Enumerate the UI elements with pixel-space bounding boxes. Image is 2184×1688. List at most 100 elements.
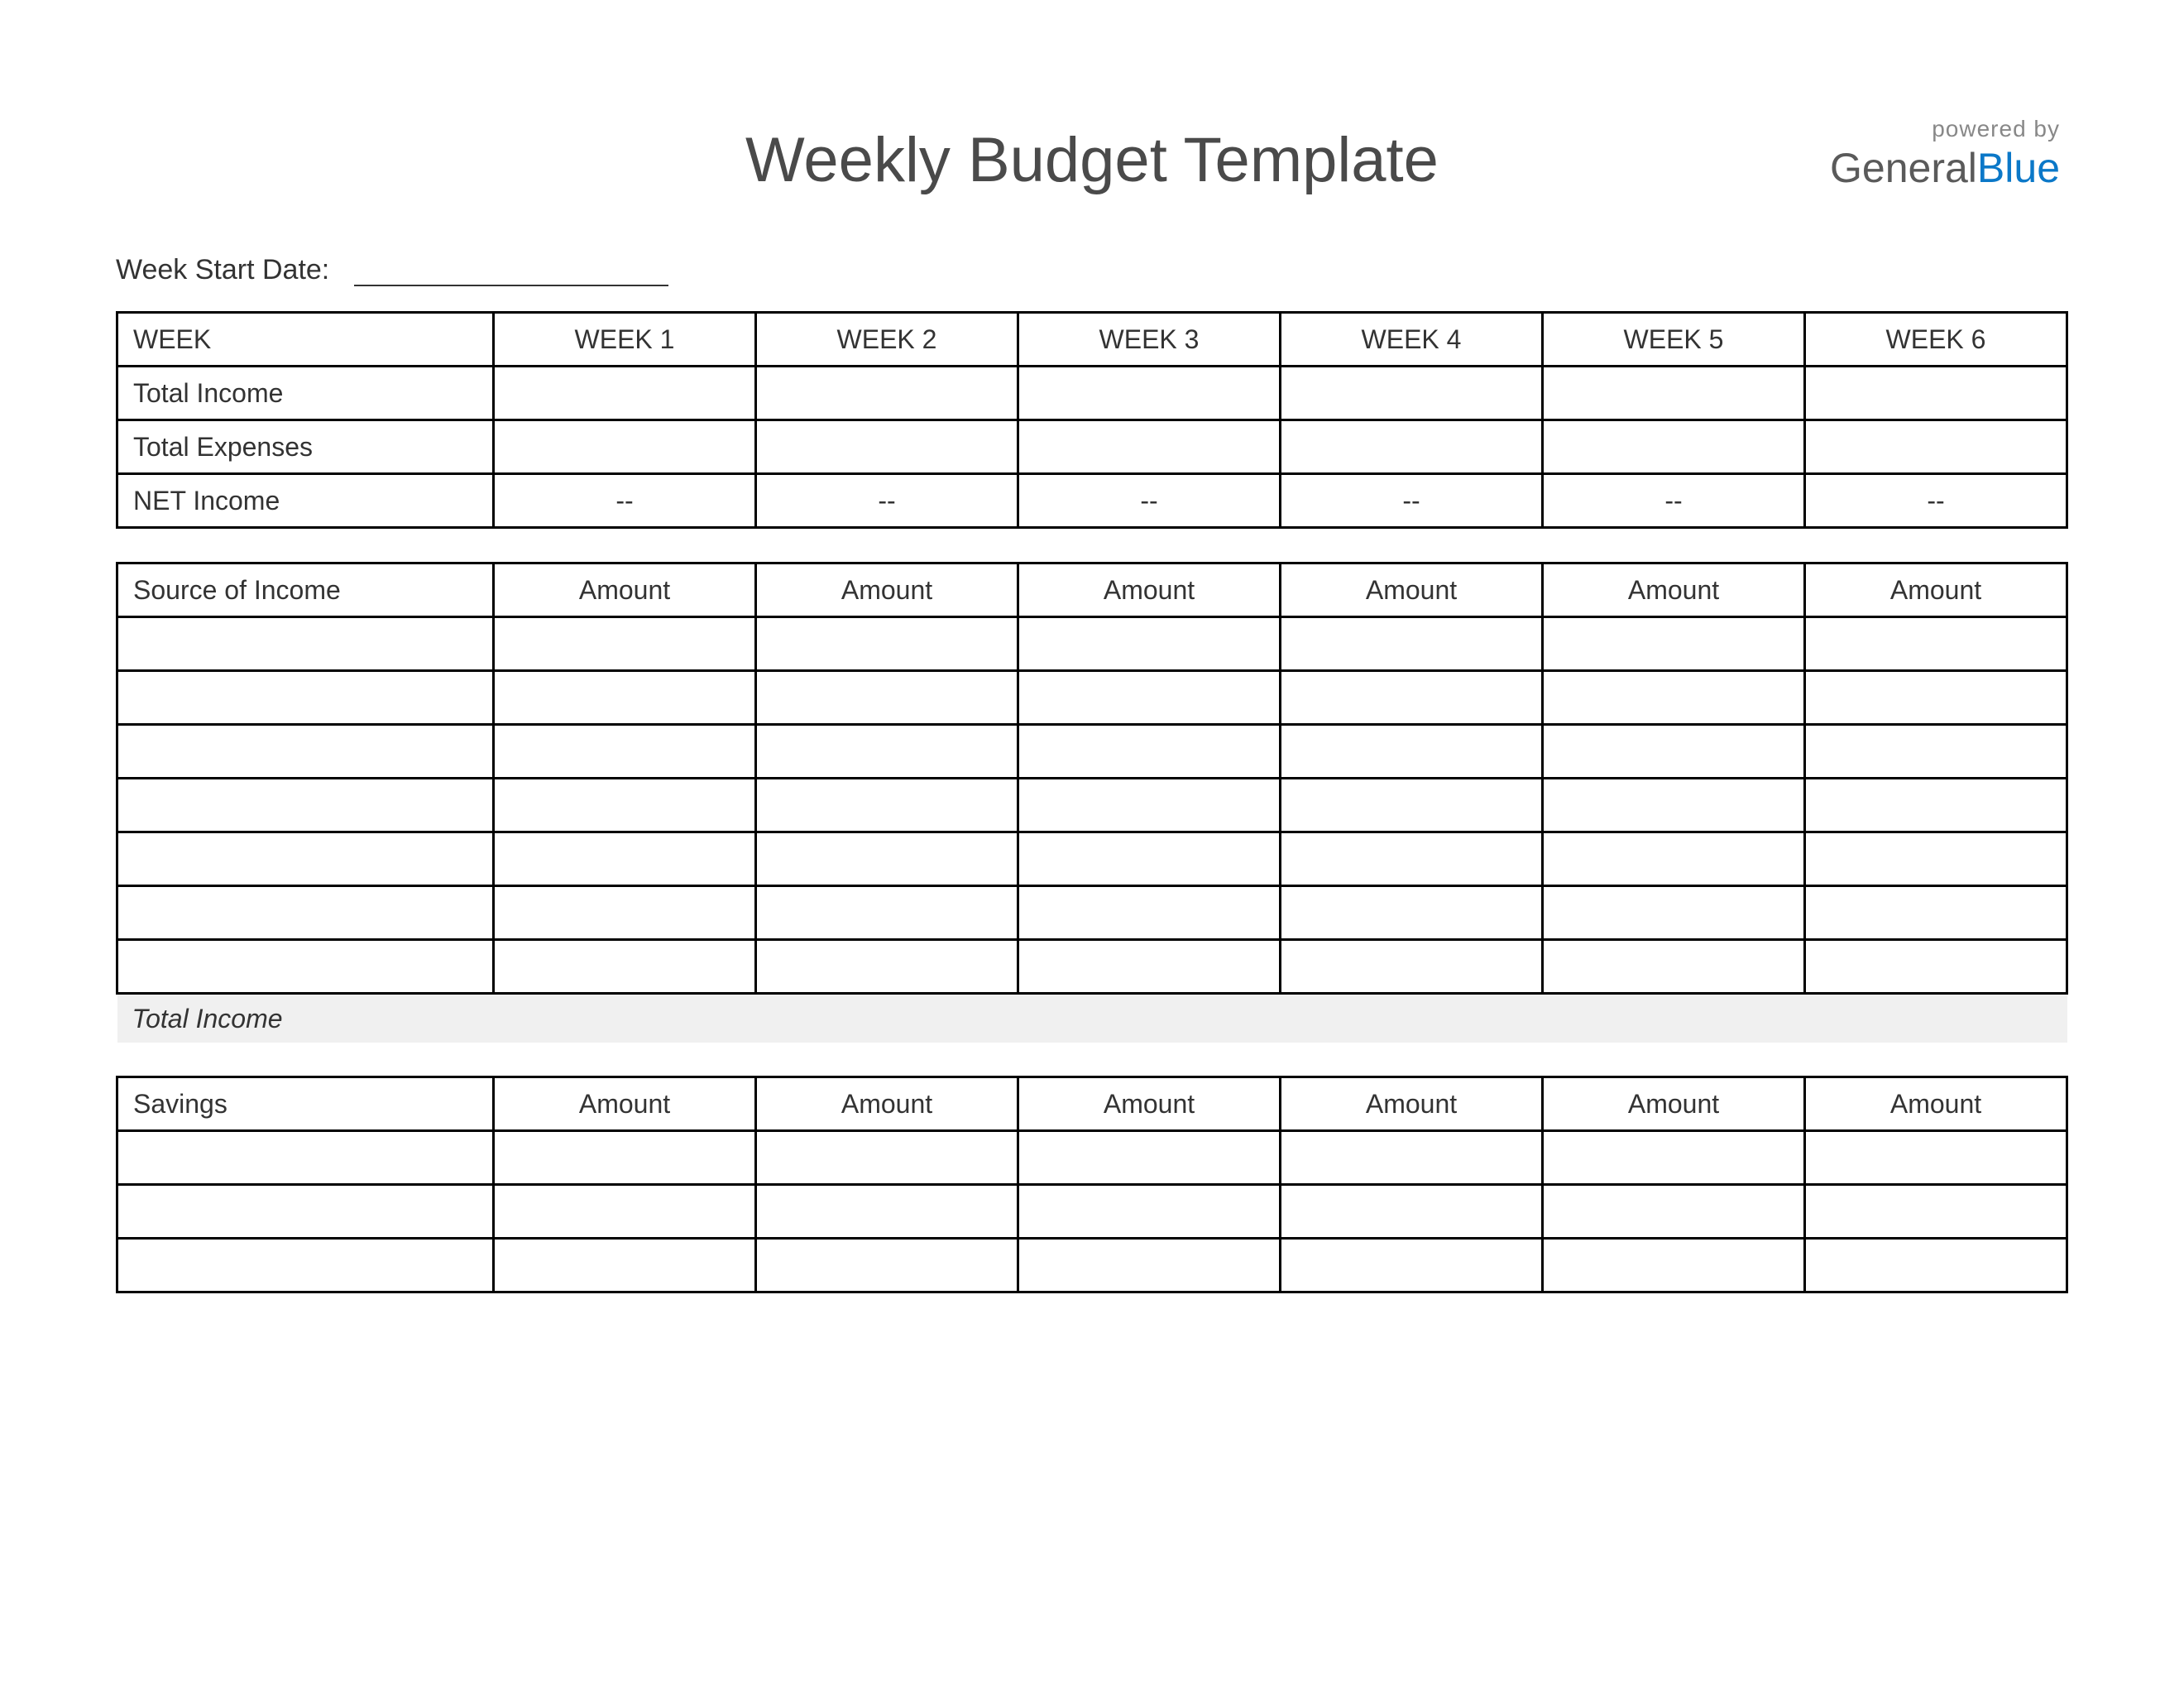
summary-cell: -- [1281,474,1543,528]
income-cell[interactable] [117,886,494,940]
income-cell[interactable] [1281,940,1543,994]
income-header-row: Source of Income Amount Amount Amount Am… [117,563,2067,617]
summary-cell[interactable] [756,420,1018,474]
income-cell[interactable] [1543,671,1805,725]
savings-cell[interactable] [1018,1131,1281,1185]
income-cell[interactable] [1543,725,1805,779]
income-cell[interactable] [494,671,756,725]
income-cell[interactable] [756,671,1018,725]
income-cell[interactable] [756,725,1018,779]
savings-cell[interactable] [756,1131,1018,1185]
income-cell[interactable] [1018,671,1281,725]
summary-row-net-income: NET Income -- -- -- -- -- -- [117,474,2067,528]
savings-cell[interactable] [494,1239,756,1292]
savings-cell[interactable] [1018,1239,1281,1292]
income-cell[interactable] [1805,779,2067,832]
income-cell[interactable] [1018,617,1281,671]
savings-cell[interactable] [1805,1131,2067,1185]
income-cell[interactable] [1281,617,1543,671]
income-cell[interactable] [1543,779,1805,832]
income-cell[interactable] [494,779,756,832]
summary-cell[interactable] [1018,420,1281,474]
summary-cell[interactable] [1543,420,1805,474]
income-cell[interactable] [117,617,494,671]
summary-cell[interactable] [1281,420,1543,474]
income-cell[interactable] [756,779,1018,832]
income-cell[interactable] [1018,940,1281,994]
savings-cell[interactable] [1281,1131,1543,1185]
income-cell[interactable] [1281,671,1543,725]
week-start-input[interactable] [354,257,668,286]
savings-cell[interactable] [117,1131,494,1185]
savings-cell[interactable] [756,1239,1018,1292]
summary-cell[interactable] [1543,367,1805,420]
brand-blue: Blue [1977,145,2060,191]
savings-cell[interactable] [1281,1239,1543,1292]
summary-cell[interactable] [1805,367,2067,420]
income-row [117,779,2067,832]
savings-cell[interactable] [494,1131,756,1185]
savings-cell[interactable] [1543,1185,1805,1239]
income-cell[interactable] [1018,886,1281,940]
income-cell[interactable] [1018,779,1281,832]
income-cell[interactable] [1805,671,2067,725]
week-start-row: Week Start Date: [116,254,2068,286]
income-cell[interactable] [117,779,494,832]
savings-header-row: Savings Amount Amount Amount Amount Amou… [117,1077,2067,1131]
income-cell[interactable] [1281,886,1543,940]
income-cell[interactable] [1281,832,1543,886]
savings-cell[interactable] [1018,1185,1281,1239]
savings-cell[interactable] [756,1185,1018,1239]
income-cell[interactable] [756,617,1018,671]
income-cell[interactable] [117,725,494,779]
summary-cell[interactable] [494,367,756,420]
income-cell[interactable] [494,725,756,779]
income-cell[interactable] [1805,940,2067,994]
income-cell[interactable] [494,832,756,886]
income-cell[interactable] [1018,725,1281,779]
savings-cell[interactable] [1543,1239,1805,1292]
summary-cell[interactable] [494,420,756,474]
income-cell[interactable] [1543,886,1805,940]
summary-week-header: WEEK 1 [494,313,756,367]
income-cell[interactable] [1018,832,1281,886]
income-cell[interactable] [117,671,494,725]
summary-cell[interactable] [1281,367,1543,420]
income-row [117,940,2067,994]
income-total-row: Total Income [117,994,2067,1043]
income-cell[interactable] [1805,725,2067,779]
savings-cell[interactable] [1805,1185,2067,1239]
income-cell[interactable] [494,940,756,994]
income-cell[interactable] [494,886,756,940]
page-title: Weekly Budget Template [745,124,1439,196]
savings-amount-header: Amount [1543,1077,1805,1131]
income-cell[interactable] [1543,832,1805,886]
summary-cell[interactable] [1018,367,1281,420]
summary-row-label: Total Income [117,367,494,420]
income-cell[interactable] [1281,725,1543,779]
income-row [117,617,2067,671]
savings-cell[interactable] [1543,1131,1805,1185]
summary-cell[interactable] [756,367,1018,420]
income-cell[interactable] [1281,779,1543,832]
income-cell[interactable] [117,940,494,994]
summary-section: WEEK WEEK 1 WEEK 2 WEEK 3 WEEK 4 WEEK 5 … [116,311,2068,529]
income-cell[interactable] [1543,940,1805,994]
savings-cell[interactable] [117,1185,494,1239]
income-cell[interactable] [1805,832,2067,886]
savings-table: Savings Amount Amount Amount Amount Amou… [116,1076,2068,1293]
income-cell[interactable] [756,886,1018,940]
income-cell[interactable] [1805,886,2067,940]
summary-cell[interactable] [1805,420,2067,474]
income-cell[interactable] [756,832,1018,886]
savings-cell[interactable] [117,1239,494,1292]
income-total-cell [1543,994,1805,1043]
savings-cell[interactable] [1281,1185,1543,1239]
income-cell[interactable] [1805,617,2067,671]
income-cell[interactable] [117,832,494,886]
income-cell[interactable] [756,940,1018,994]
savings-cell[interactable] [494,1185,756,1239]
income-cell[interactable] [494,617,756,671]
income-cell[interactable] [1543,617,1805,671]
savings-cell[interactable] [1805,1239,2067,1292]
